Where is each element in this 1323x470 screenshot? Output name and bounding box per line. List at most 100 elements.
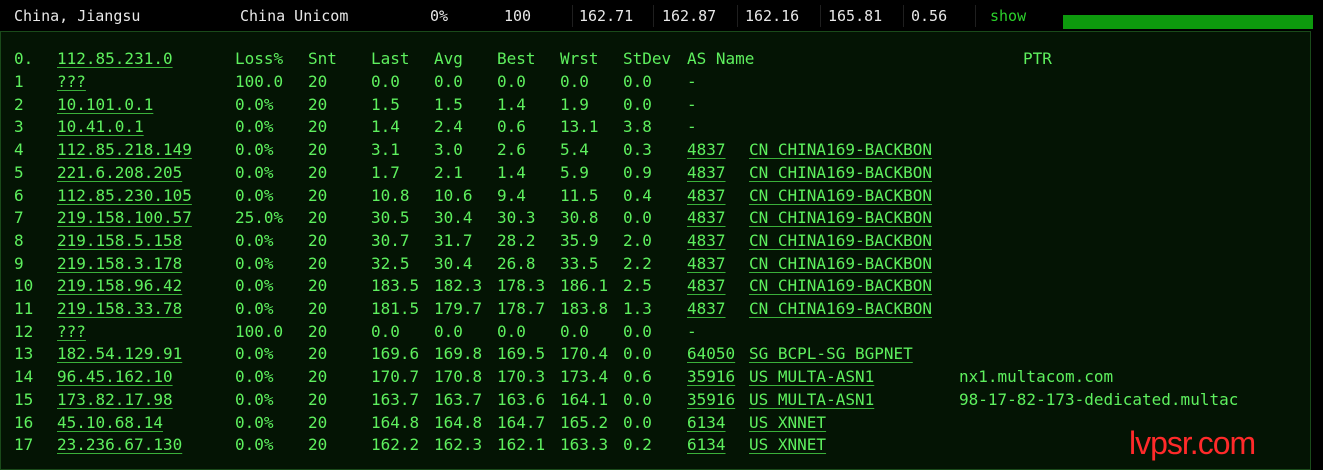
hop-ip-link[interactable]: 219.158.33.78 [57, 298, 182, 320]
hop-best: 0.0 [497, 321, 526, 341]
hop-asn-link[interactable]: 4837 [687, 275, 726, 297]
hop-last: 162.2 [371, 435, 420, 455]
table-row: 5 221.6.208.205 0.0% 20 1.7 2.1 1.4 5.9 0.9 4837 C… [1, 162, 1312, 184]
hop-stdev: 0.6 [623, 367, 652, 387]
hop-as-name[interactable]: US MULTA-ASN1 [749, 366, 874, 388]
hop-as-name[interactable]: CN CHINA169-BACKBON [749, 230, 932, 252]
hop-ip-link[interactable]: 219.158.3.178 [57, 253, 182, 275]
hop-ip-link[interactable]: ??? [57, 71, 86, 93]
hop-asn-link[interactable]: 6134 [687, 412, 726, 434]
hop-sent: 20 [308, 253, 328, 273]
hop-best: 0.0 [497, 72, 526, 91]
hop-worst: 173.4 [560, 367, 609, 387]
hop-asn-link[interactable]: 4837 [687, 207, 726, 229]
hop-worst: 1.9 [560, 94, 589, 114]
hop-ip-link[interactable]: 173.82.17.98 [57, 389, 173, 411]
hop-ip-link[interactable]: 10.101.0.1 [57, 94, 153, 116]
hop-as-name[interactable]: CN CHINA169-BACKBON [749, 139, 932, 161]
hop-as-name[interactable]: US MULTA-ASN1 [749, 389, 874, 411]
hop-asn-link[interactable]: 4837 [687, 298, 726, 320]
hop-ip-link[interactable]: ??? [57, 321, 86, 343]
hop-asn-link[interactable]: 4837 [687, 162, 726, 184]
summary-last: 162.71 [579, 7, 634, 25]
hop-index: 8 [14, 230, 24, 250]
table-row: 17 23.236.67.130 0.0% 20 162.2 162.3 162.1 163.… [1, 434, 1312, 456]
header-wrst: Wrst [560, 49, 599, 68]
hop-as-name[interactable]: CN CHINA169-BACKBON [749, 275, 932, 297]
table-row: 1??? 100.0 20 0.0 0.0 0.0 0.0 0.0 - [1, 71, 1312, 93]
hop-as-name[interactable]: CN CHINA169-BACKBON [749, 298, 932, 320]
hop-last: 183.5 [371, 276, 420, 296]
hop-sent: 20 [308, 412, 328, 432]
hop-as-name[interactable]: SG BCPL-SG BGPNET [749, 343, 913, 365]
hop-last: 1.7 [371, 162, 400, 182]
header-avg: Avg [434, 49, 463, 68]
hop-last: 0.0 [371, 72, 400, 91]
hop-asn-link[interactable]: 4837 [687, 185, 726, 207]
hop-sent: 20 [308, 94, 328, 114]
hop-worst: 170.4 [560, 344, 609, 364]
hop-asn-link[interactable]: 4837 [687, 253, 726, 275]
hop-stdev: 0.0 [623, 321, 652, 341]
hop-as-name[interactable]: US XNNET [749, 434, 826, 456]
hop-ip-link[interactable]: 219.158.96.42 [57, 275, 182, 297]
hop-index: 12 [14, 321, 34, 341]
hop-sent: 20 [308, 321, 328, 341]
hop-ip-link[interactable]: 182.54.129.91 [57, 343, 182, 365]
hop-avg: 170.8 [434, 367, 483, 387]
hop-last: 1.5 [371, 94, 400, 114]
hop-index: 14 [14, 367, 34, 387]
hop-loss: 0.0% [235, 185, 274, 205]
hop-as-name[interactable]: CN CHINA169-BACKBON [749, 162, 932, 184]
hop-worst: 164.1 [560, 389, 609, 409]
hop-as-name[interactable]: US XNNET [749, 412, 826, 434]
hop-loss: 0.0% [235, 344, 274, 364]
hop-asn-link[interactable]: 35916 [687, 366, 735, 388]
hop-loss: 25.0% [235, 208, 284, 228]
hop-asn-link: - [687, 94, 697, 114]
hop-best: 26.8 [497, 253, 536, 273]
hop-ip-link[interactable]: 23.236.67.130 [57, 434, 182, 456]
hop-best: 164.7 [497, 412, 546, 432]
hop-asn-link[interactable]: 64050 [687, 343, 735, 365]
hop-avg: 30.4 [434, 208, 473, 228]
table-row: 7 219.158.100.57 25.0% 20 30.5 30.4 30.3 30.8 0.… [1, 207, 1312, 229]
hop-stdev: 0.3 [623, 140, 652, 160]
hop-ip-link[interactable]: 112.85.230.105 [57, 185, 192, 207]
hop-sent: 20 [308, 208, 328, 228]
hop-ip-link[interactable]: 10.41.0.1 [57, 116, 144, 138]
hop-worst: 35.9 [560, 230, 599, 250]
hop-sent: 20 [308, 72, 328, 91]
header-ptr: PTR [1023, 49, 1052, 68]
hop-last: 3.1 [371, 140, 400, 160]
table-header: 0. 112.85.231.0 Loss% Snt Last Avg Best … [1, 48, 1312, 70]
hop-ip-link[interactable]: 96.45.162.10 [57, 366, 173, 388]
hop-asn-link[interactable]: 6134 [687, 434, 726, 456]
hop-worst: 0.0 [560, 321, 589, 341]
hop-stdev: 3.8 [623, 117, 652, 137]
header-last: Last [371, 49, 410, 68]
hop-asn-link: - [687, 117, 697, 137]
hop-ip-link[interactable]: 45.10.68.14 [57, 412, 163, 434]
mtr-terminal: 0. 112.85.231.0 Loss% Snt Last Avg Best … [0, 31, 1311, 470]
hop-asn-link[interactable]: 4837 [687, 139, 726, 161]
hop-avg: 163.7 [434, 389, 483, 409]
hop-ip-link[interactable]: 221.6.208.205 [57, 162, 182, 184]
hop-as-name[interactable]: CN CHINA169-BACKBON [749, 207, 932, 229]
hop-ptr: nx1.multacom.com [959, 367, 1114, 387]
hop-ip-link[interactable]: 112.85.218.149 [57, 139, 192, 161]
hop-worst: 11.5 [560, 185, 599, 205]
hop-asn-link[interactable]: 4837 [687, 230, 726, 252]
hop-ip-link[interactable]: 219.158.100.57 [57, 207, 192, 229]
hop-avg: 179.7 [434, 299, 483, 318]
hop-avg: 10.6 [434, 185, 473, 205]
hop-ip-link[interactable]: 219.158.5.158 [57, 230, 182, 252]
hop-sent: 20 [308, 162, 328, 182]
hop-asn-link[interactable]: 35916 [687, 389, 735, 411]
hop-worst: 165.2 [560, 412, 609, 432]
hop-last: 163.7 [371, 389, 420, 409]
hop-as-name[interactable]: CN CHINA169-BACKBON [749, 185, 932, 207]
hop-stdev: 0.4 [623, 185, 652, 205]
show-link[interactable]: show [990, 0, 1026, 31]
hop-as-name[interactable]: CN CHINA169-BACKBON [749, 253, 932, 275]
